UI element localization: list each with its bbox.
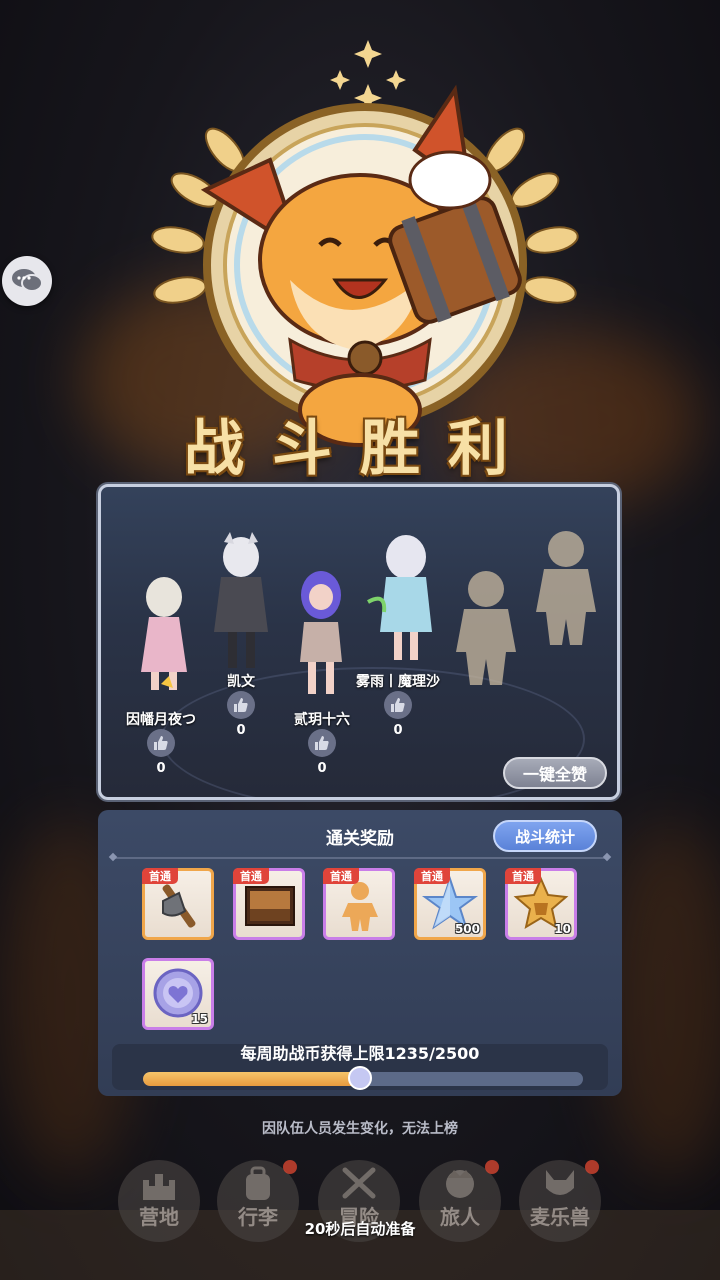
reward-item[interactable]: 首通 [323,868,395,940]
notification-dot [585,1160,599,1174]
reward-item[interactable]: 首通 [142,868,214,940]
traveler-icon [446,1170,474,1198]
first-clear-tag: 首通 [414,868,450,884]
first-clear-tag: 首通 [323,868,359,884]
first-clear-tag: 首通 [505,868,541,884]
weekly-limit-text: 每周助战币获得上限1235/2500 [240,1044,480,1063]
divider [112,857,608,859]
member-name: 雾雨丨魔理沙 [356,674,440,690]
thumbs-up-icon [315,736,329,750]
like-button[interactable] [147,729,175,757]
like-all-button[interactable]: 一键全赞 [503,757,607,789]
first-clear-tag: 首通 [233,868,269,884]
character-sprite [300,571,342,694]
reward-item[interactable]: 首通 500 [414,868,486,940]
reward-item[interactable]: 首通 10 [505,868,577,940]
reward-item[interactable]: 15 [142,958,214,1030]
rewards-panel: 通关奖励 战斗统计 首通 首通 首通 首通 500 首通 10 15 每周助战币… [98,810,622,1096]
like-button[interactable] [308,729,336,757]
weekly-progress-fill [143,1072,361,1086]
character-sprite [367,535,432,660]
chat-bubble-icon [12,269,43,292]
reward-item[interactable]: 首通 [233,868,305,940]
battle-stats-button[interactable]: 战斗统计 [493,820,597,852]
thumbs-up-icon [234,698,248,712]
like-count: 0 [393,723,403,738]
character-sprite [141,577,187,690]
item-quantity: 500 [454,922,480,936]
like-count: 0 [236,723,246,738]
like-button[interactable] [384,691,412,719]
like-count: 0 [317,761,327,776]
notification-dot [485,1160,499,1174]
backpack-icon [246,1166,270,1200]
chat-button[interactable] [2,256,52,306]
member-name: 贰玥十六 [294,712,350,728]
team-panel: 因幡月夜つ 0 凯文 0 贰玥十六 0 雾雨丨魔理沙 0 一键全赞 [98,484,620,800]
empty-slot-silhouette [456,571,516,685]
auto-ready-timer: 20秒后自动准备 [304,1220,416,1238]
victory-title: 战斗胜利 [184,414,536,484]
ranking-notice: 因队伍人员发生变化，无法上榜 [262,1121,458,1137]
character-sprite [214,532,268,668]
like-count: 0 [156,761,166,776]
empty-slot-silhouette [536,531,596,645]
pet-icon [546,1170,574,1195]
first-clear-tag: 首通 [142,868,178,884]
thumbs-up-icon [154,736,168,750]
item-quantity: 10 [554,922,571,936]
castle-icon [143,1174,175,1200]
member-name: 凯文 [227,674,255,690]
like-button[interactable] [227,691,255,719]
member-name: 因幡月夜つ [126,712,196,728]
notification-dot [283,1160,297,1174]
thumbs-up-icon [391,698,405,712]
crossed-swords-icon [342,1167,376,1199]
item-quantity: 15 [191,1012,208,1026]
